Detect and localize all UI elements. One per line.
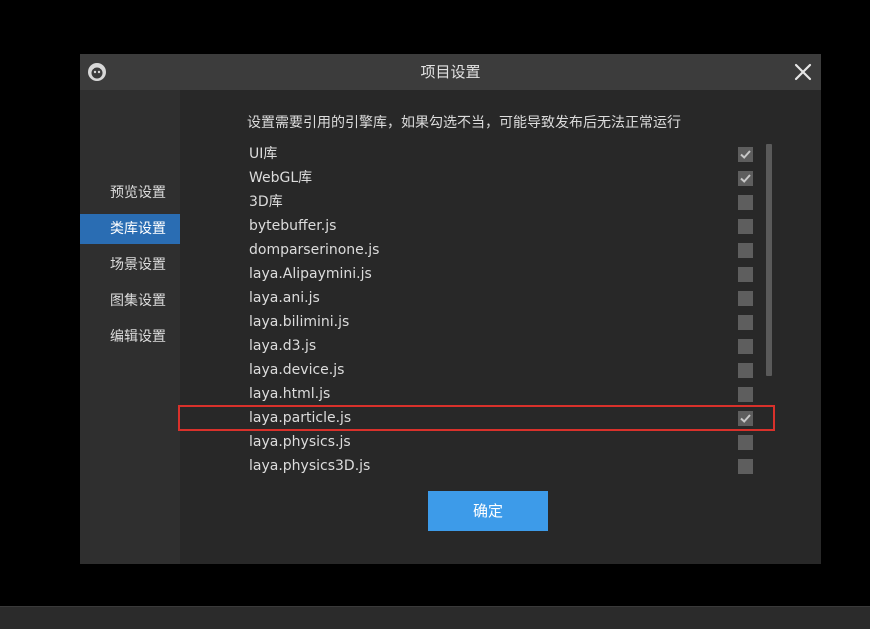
library-row: laya.particle.js bbox=[180, 406, 770, 430]
sidebar-item-libraries[interactable]: 类库设置 bbox=[80, 214, 194, 244]
confirm-button[interactable]: 确定 bbox=[428, 491, 548, 531]
library-name: domparserinone.js bbox=[249, 242, 380, 258]
close-icon[interactable] bbox=[793, 62, 813, 82]
checkmark-icon bbox=[740, 150, 751, 159]
library-row: WebGL库 bbox=[180, 166, 770, 190]
library-scrollbar-thumb[interactable] bbox=[766, 144, 772, 376]
library-checkbox[interactable] bbox=[738, 363, 753, 378]
library-row: bytebuffer.js bbox=[180, 214, 770, 238]
library-name: WebGL库 bbox=[249, 170, 313, 186]
sidebar-item-label: 场景设置 bbox=[110, 257, 166, 273]
sidebar-item-label: 预览设置 bbox=[110, 185, 166, 201]
library-description: 设置需要引用的引擎库，如果勾选不当，可能导致发布后无法正常运行 bbox=[247, 115, 681, 131]
library-checkbox[interactable] bbox=[738, 339, 753, 354]
library-row: domparserinone.js bbox=[180, 238, 770, 262]
sidebar-item-label: 编辑设置 bbox=[110, 329, 166, 345]
sidebar-item-label: 图集设置 bbox=[110, 293, 166, 309]
library-name: 3D库 bbox=[249, 194, 283, 210]
library-row: laya.physics3D.js bbox=[180, 454, 770, 478]
checkmark-icon bbox=[740, 414, 751, 423]
library-row: UI库 bbox=[180, 142, 770, 166]
sidebar-item-preview[interactable]: 预览设置 bbox=[80, 178, 180, 208]
library-name: laya.html.js bbox=[249, 386, 331, 402]
library-checkbox[interactable] bbox=[738, 291, 753, 306]
library-name: laya.ani.js bbox=[249, 290, 320, 306]
library-row: laya.bilimini.js bbox=[180, 310, 770, 334]
project-settings-dialog: 项目设置 预览设置 类库设置 场景设置 图集设置 编辑设置 设置需要引用的引擎库… bbox=[80, 54, 821, 564]
library-checkbox[interactable] bbox=[738, 147, 753, 162]
library-settings-panel: 设置需要引用的引擎库，如果勾选不当，可能导致发布后无法正常运行 UI库 WebG… bbox=[180, 90, 821, 564]
library-name: bytebuffer.js bbox=[249, 218, 337, 234]
library-checkbox[interactable] bbox=[738, 459, 753, 474]
library-checkbox[interactable] bbox=[738, 411, 753, 426]
library-name: UI库 bbox=[249, 146, 278, 162]
library-name: laya.Alipaymini.js bbox=[249, 266, 372, 282]
sidebar-item-atlas[interactable]: 图集设置 bbox=[80, 286, 180, 316]
library-row: 3D库 bbox=[180, 190, 770, 214]
library-name: laya.device.js bbox=[249, 362, 345, 378]
library-row: laya.ani.js bbox=[180, 286, 770, 310]
library-checkbox[interactable] bbox=[738, 267, 753, 282]
library-name: laya.physics.js bbox=[249, 434, 351, 450]
library-checkbox[interactable] bbox=[738, 219, 753, 234]
library-row: laya.html.js bbox=[180, 382, 770, 406]
library-name: laya.bilimini.js bbox=[249, 314, 350, 330]
dialog-title: 项目设置 bbox=[420, 63, 481, 81]
checkmark-icon bbox=[740, 174, 751, 183]
library-list: UI库 WebGL库 3D库 bytebuffer.js domparserin… bbox=[180, 142, 821, 478]
sidebar-item-scene[interactable]: 场景设置 bbox=[80, 250, 180, 280]
library-row: laya.Alipaymini.js bbox=[180, 262, 770, 286]
sidebar-item-editor[interactable]: 编辑设置 bbox=[80, 322, 180, 352]
library-checkbox[interactable] bbox=[738, 435, 753, 450]
sidebar-item-label: 类库设置 bbox=[110, 221, 166, 237]
library-row: laya.d3.js bbox=[180, 334, 770, 358]
bottom-bar bbox=[0, 606, 870, 629]
library-checkbox[interactable] bbox=[738, 171, 753, 186]
library-name: laya.particle.js bbox=[249, 410, 352, 426]
library-row: laya.device.js bbox=[180, 358, 770, 382]
library-checkbox[interactable] bbox=[738, 243, 753, 258]
library-checkbox[interactable] bbox=[738, 195, 753, 210]
library-checkbox[interactable] bbox=[738, 387, 753, 402]
dialog-titlebar: 项目设置 bbox=[80, 54, 821, 90]
library-name: laya.physics3D.js bbox=[249, 458, 371, 474]
settings-sidebar: 预览设置 类库设置 场景设置 图集设置 编辑设置 bbox=[80, 90, 194, 564]
library-name: laya.d3.js bbox=[249, 338, 317, 354]
library-scrollbar[interactable] bbox=[765, 142, 773, 478]
library-row: laya.physics.js bbox=[180, 430, 770, 454]
library-checkbox[interactable] bbox=[738, 315, 753, 330]
